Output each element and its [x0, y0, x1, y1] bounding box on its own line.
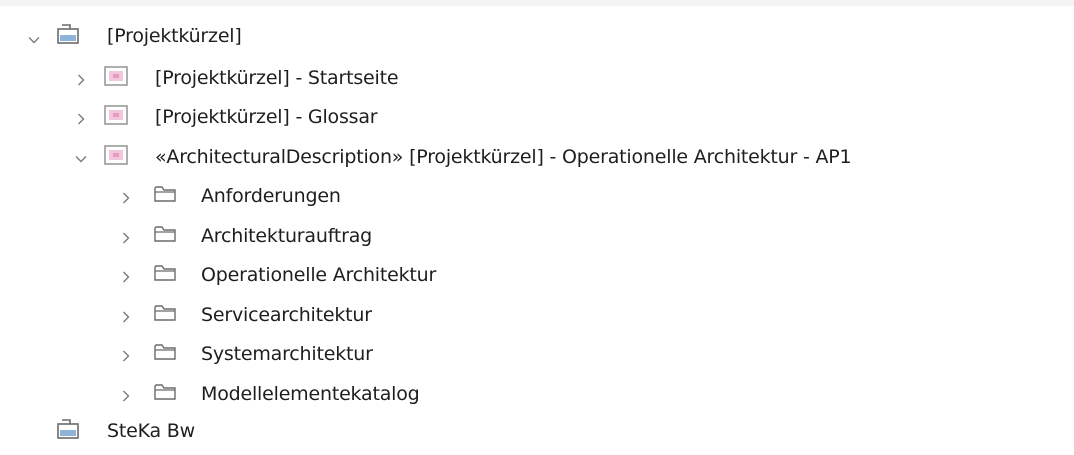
tree-node-label: «ArchitecturalDescription» [Projektkürze… — [155, 145, 852, 168]
chevron-right-icon[interactable] — [118, 344, 134, 368]
package-icon — [55, 22, 81, 46]
package-icon — [55, 417, 81, 441]
tree-node-label: [Projektkürzel] - Glossar — [155, 106, 378, 128]
tree-node-startseite[interactable]: [Projektkürzel] - Startseite — [0, 60, 1074, 100]
chevron-right-icon[interactable] — [73, 107, 89, 131]
top-separator — [0, 0, 1074, 6]
folder-icon — [152, 380, 178, 404]
tree-node-glossar[interactable]: [Projektkürzel] - Glossar — [0, 99, 1074, 139]
tree-node-architectural-description[interactable]: «ArchitecturalDescription» [Projektkürze… — [0, 139, 1074, 179]
model-view-icon — [103, 143, 129, 167]
model-view-icon — [103, 103, 129, 127]
tree-node-label: Architekturauftrag — [201, 224, 373, 247]
chevron-right-icon[interactable] — [118, 265, 134, 289]
chevron-right-icon[interactable] — [118, 384, 134, 408]
tree-node-projektkuerzel[interactable]: [Projektkürzel] — [0, 20, 1074, 60]
tree-node-architekturauftrag[interactable]: Architekturauftrag — [0, 218, 1074, 258]
chevron-right-icon[interactable] — [73, 68, 89, 92]
tree-node-label: SteKa Bw — [107, 420, 195, 442]
chevron-right-icon[interactable] — [118, 305, 134, 329]
tree-node-label: Modellelementekatalog — [201, 382, 420, 405]
chevron-down-icon[interactable] — [73, 147, 89, 171]
tree-node-servicearchitektur[interactable]: Servicearchitektur — [0, 297, 1074, 337]
folder-icon — [152, 301, 178, 325]
project-browser-tree: [Projektkürzel] [Projektkürzel] - Starts… — [0, 20, 1074, 455]
folder-icon — [152, 222, 178, 246]
folder-icon — [152, 340, 178, 364]
tree-node-systemarchitektur[interactable]: Systemarchitektur — [0, 336, 1074, 376]
chevron-down-icon[interactable] — [26, 28, 42, 52]
chevron-right-icon[interactable] — [118, 186, 134, 210]
model-view-icon — [103, 64, 129, 88]
tree-node-label: Operationelle Architektur — [201, 264, 437, 286]
tree-node-anforderungen[interactable]: Anforderungen — [0, 178, 1074, 218]
tree-node-label: Servicearchitektur — [201, 303, 372, 326]
folder-icon — [152, 182, 178, 206]
tree-node-label: Systemarchitektur — [201, 343, 373, 365]
tree-node-modellelementekatalog[interactable]: Modellelementekatalog — [0, 376, 1074, 416]
tree-node-steka-bw[interactable]: SteKa Bw — [0, 415, 1074, 455]
tree-node-label: Anforderungen — [201, 185, 341, 207]
tree-node-label: [Projektkürzel] - Startseite — [155, 66, 399, 89]
tree-node-operationelle-architektur[interactable]: Operationelle Architektur — [0, 257, 1074, 297]
tree-node-label: [Projektkürzel] — [107, 25, 242, 47]
chevron-right-icon[interactable] — [118, 226, 134, 250]
folder-icon — [152, 261, 178, 285]
